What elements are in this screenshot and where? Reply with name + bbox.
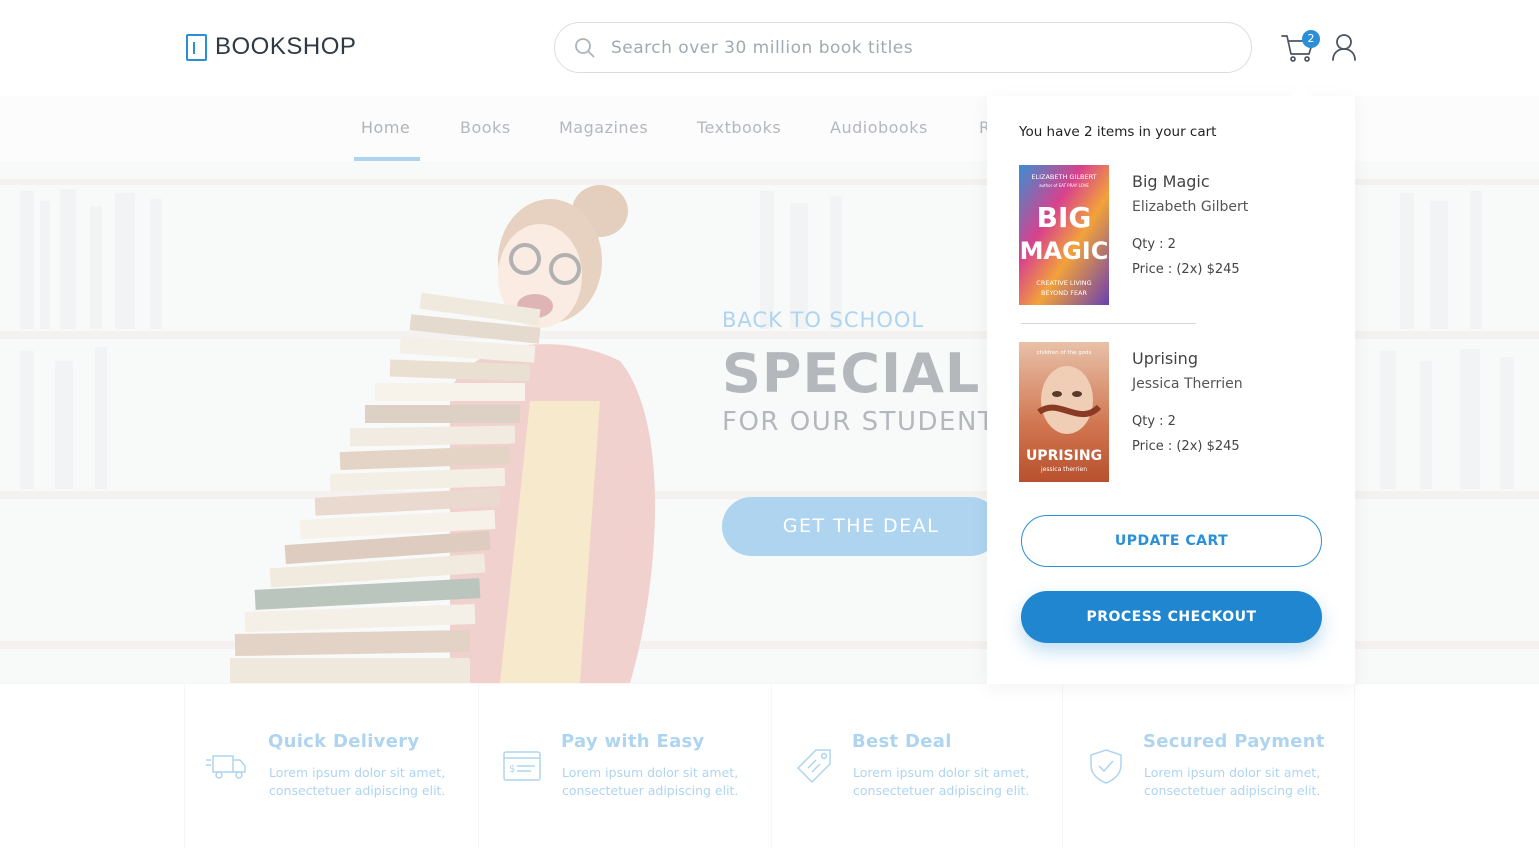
feature-quick-delivery: Quick Delivery Lorem ipsum dolor sit ame…: [184, 684, 478, 848]
cart-dropdown-caret: [1290, 85, 1312, 96]
logo-text: BOOKSHOP: [215, 33, 357, 60]
feature-desc: Lorem ipsum dolor sit amet, consectetuer…: [562, 765, 739, 798]
item-price: Price : (2x) $245: [1132, 262, 1240, 277]
nav-item-home[interactable]: Home: [361, 96, 410, 161]
feature-title: Pay with Easy: [561, 731, 705, 752]
cart-divider: [1021, 323, 1196, 324]
tag-icon: [796, 749, 831, 784]
feature-desc: Lorem ipsum dolor sit amet, consectetuer…: [1144, 765, 1321, 798]
feature-desc: Lorem ipsum dolor sit amet, consectetuer…: [269, 765, 446, 798]
cart-dropdown: You have 2 items in your cart ELIZABETH …: [987, 96, 1355, 684]
search-bar[interactable]: [554, 22, 1252, 73]
item-author: Elizabeth Gilbert: [1132, 199, 1249, 215]
user-icon[interactable]: [1331, 33, 1357, 61]
book-logo-icon: [186, 33, 207, 61]
book-cover-big-magic[interactable]: ELIZABETH GILBERT author of EAT PRAY LOV…: [1019, 165, 1109, 305]
item-title[interactable]: Uprising: [1132, 349, 1198, 368]
site-header: BOOKSHOP 2: [0, 0, 1539, 96]
truck-icon: [206, 755, 246, 779]
cart-item[interactable]: ELIZABETH GILBERT author of EAT PRAY LOV…: [1019, 165, 1339, 305]
hero-subtitle: FOR OUR STUDENT: [722, 407, 996, 437]
nav-item-magazines[interactable]: Magazines: [559, 96, 648, 161]
update-cart-button[interactable]: UPDATE CART: [1021, 515, 1322, 567]
cover-title-line-2: MAGIC: [1020, 237, 1109, 265]
cover-author: jessica therrien: [1040, 466, 1087, 473]
cover-subtitle-line-1: CREATIVE LIVING: [1036, 279, 1091, 287]
search-icon[interactable]: [573, 36, 597, 60]
cover-title: UPRISING: [1026, 448, 1102, 464]
cover-title-line-1: BIG: [1037, 201, 1092, 234]
feature-title: Secured Payment: [1143, 731, 1325, 752]
nav-item-textbooks[interactable]: Textbooks: [697, 96, 781, 161]
feature-pay-with-easy: $ Pay with Easy Lorem ipsum dolor sit am…: [478, 684, 771, 848]
process-checkout-button[interactable]: PROCESS CHECKOUT: [1021, 591, 1322, 643]
item-qty: Qty : 2: [1132, 414, 1176, 429]
cart-count-badge[interactable]: 2: [1302, 30, 1320, 48]
cart-summary-text: You have 2 items in your cart: [1019, 124, 1217, 140]
get-the-deal-button[interactable]: GET THE DEAL: [722, 497, 1000, 556]
feature-desc: Lorem ipsum dolor sit amet, consectetuer…: [853, 765, 1030, 798]
cover-tagline: author of EAT PRAY LOVE: [1039, 183, 1089, 188]
nav-item-books[interactable]: Books: [460, 96, 511, 161]
feature-secured-payment: Secured Payment Lorem ipsum dolor sit am…: [1062, 684, 1355, 848]
cover-series: children of the gods: [1037, 350, 1092, 356]
cover-subtitle-line-2: BEYOND FEAR: [1041, 289, 1088, 297]
feature-best-deal: Best Deal Lorem ipsum dolor sit amet, co…: [771, 684, 1062, 848]
item-title[interactable]: Big Magic: [1132, 172, 1210, 191]
item-qty: Qty : 2: [1132, 237, 1176, 252]
search-input[interactable]: [611, 37, 1211, 58]
shield-check-icon: [1090, 749, 1122, 784]
nav-active-indicator: [354, 157, 420, 161]
book-cover-uprising[interactable]: children of the gods UPRISING jessica th…: [1019, 342, 1109, 482]
feature-title: Quick Delivery: [268, 731, 420, 752]
item-author: Jessica Therrien: [1132, 376, 1243, 392]
hero-kicker: BACK TO SCHOOL: [722, 308, 925, 332]
cover-author: ELIZABETH GILBERT: [1031, 173, 1096, 181]
feature-title: Best Deal: [852, 731, 952, 752]
item-price: Price : (2x) $245: [1132, 439, 1240, 454]
cheque-icon: $: [503, 751, 541, 781]
nav-item-audiobooks[interactable]: Audiobooks: [830, 96, 928, 161]
logo[interactable]: BOOKSHOP: [186, 33, 356, 61]
features-strip: Quick Delivery Lorem ipsum dolor sit ame…: [0, 683, 1539, 848]
svg-text:$: $: [509, 764, 515, 775]
hero-title: SPECIAL: [722, 342, 981, 405]
student-with-books-image: [230, 185, 655, 683]
cart-item[interactable]: children of the gods UPRISING jessica th…: [1019, 342, 1339, 482]
hero-text-block: BACK TO SCHOOL SPECIAL FOR OUR STUDENT: [722, 308, 995, 437]
